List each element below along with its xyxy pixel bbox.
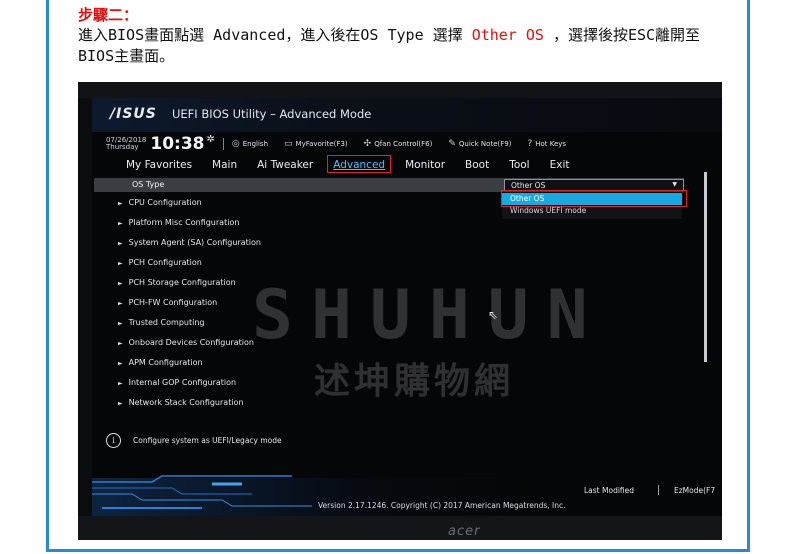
bios-photo: /ISUS UEFI BIOS Utility – Advanced Mode … [78,82,722,540]
chevron-right-icon: ► [118,300,123,307]
ezmode-button[interactable]: EzMode(F7 [674,486,715,495]
instruction-highlight: Other OS [471,26,544,44]
chevron-right-icon: ► [118,220,123,227]
weekday: Thursday [106,143,139,151]
gear-icon[interactable]: ✲ [206,134,214,145]
monitor-bezel-bottom [78,516,722,540]
menu-item-label: CPU Configuration [128,198,202,207]
highlight-frame [501,190,687,207]
toolbar-label: Hot Keys [535,140,567,148]
menu-item-platform-misc[interactable]: ► Platform Misc Configuration [118,218,239,227]
note-icon: ✎ [448,139,456,149]
menu-item-label: Platform Misc Configuration [128,218,240,227]
help-text: Configure system as UEFI/Legacy mode [133,436,282,445]
menu-item-label: Internal GOP Configuration [128,378,237,387]
menu-item-trusted-computing[interactable]: ► Trusted Computing [118,318,204,327]
date-display: 07/26/2018 Thursday [106,137,146,151]
bios-header: /ISUS UEFI BIOS Utility – Advanced Mode [92,98,722,132]
chevron-right-icon: ► [118,400,123,407]
tab-monitor[interactable]: Monitor [405,159,445,171]
menu-item-pch-storage[interactable]: ► PCH Storage Configuration [118,278,236,287]
menu-item-label: Trusted Computing [128,318,205,327]
instruction-text: 進入BIOS畫面點選 Advanced，進入後在OS Type 選擇 Other… [78,25,718,67]
chevron-right-icon: ► [118,280,123,287]
menu-item-onboard-devices[interactable]: ► Onboard Devices Configuration [118,338,254,347]
os-type-value: Other OS [511,181,546,190]
menu-item-label: Onboard Devices Configuration [128,338,254,347]
bios-toolbar: 07/26/2018 Thursday 10:38 ✲ ◎ English ▭ … [106,134,582,155]
toolbar-hotkeys[interactable]: ? Hot Keys [527,139,566,149]
chevron-right-icon: ► [118,200,123,207]
watermark-latin: SHUHUN [252,276,606,355]
menu-item-label: APM Configuration [128,358,203,367]
bios-tabs: My Favorites Main Ai Tweaker Advanced Mo… [126,155,589,173]
tab-my-favorites[interactable]: My Favorites [126,159,192,171]
toolbar-label: Qfan Control(F6) [374,140,433,148]
menu-item-label: PCH Storage Configuration [128,278,236,287]
menu-item-system-agent[interactable]: ► System Agent (SA) Configuration [118,238,261,247]
bios-title: UEFI BIOS Utility – Advanced Mode [172,107,372,121]
toolbar-qfan[interactable]: ✣ Qfan Control(F6) [364,139,433,149]
last-modified-button[interactable]: Last Modified [584,486,634,495]
chevron-right-icon: ► [118,380,123,387]
toolbar-myfavorite[interactable]: ▭ MyFavorite(F3) [284,139,348,149]
info-icon: i [106,433,121,448]
tab-main[interactable]: Main [212,159,237,171]
chevron-right-icon: ► [118,240,123,247]
menu-item-network-stack[interactable]: ► Network Stack Configuration [118,398,244,407]
menu-item-internal-gop[interactable]: ► Internal GOP Configuration [118,378,236,387]
acer-logo: acer [448,524,481,539]
help-row: i Configure system as UEFI/Legacy mode [106,433,282,448]
version-text: Version 2.17.1246. Copyright (C) 2017 Am… [318,501,566,510]
chevron-right-icon: ► [118,340,123,347]
menu-item-cpu[interactable]: ► CPU Configuration [118,198,202,207]
step-title: 步驟二： [78,6,139,24]
chevron-right-icon: ► [118,260,123,267]
footer-divider [658,485,659,495]
os-type-label: OS Type [132,180,165,189]
tab-tool[interactable]: Tool [509,159,529,171]
os-type-dropdown: Other OS Windows UEFI mode [501,190,687,219]
menu-item-pch[interactable]: ► PCH Configuration [118,258,202,267]
menu-item-label: PCH Configuration [128,258,202,267]
globe-icon: ◎ [231,139,240,149]
toolbar-label: Quick Note(F9) [458,140,512,148]
tab-exit[interactable]: Exit [550,159,570,171]
chevron-down-icon: ▼ [672,181,677,188]
toolbar-quicknote[interactable]: ✎ Quick Note(F9) [448,139,511,149]
toolbar-divider [222,138,224,150]
scrollbar[interactable] [704,172,707,362]
menu-item-pch-fw[interactable]: ► PCH-FW Configuration [118,298,217,307]
clock: 10:38 [150,134,205,154]
tab-advanced[interactable]: Advanced [327,155,392,173]
asus-logo: /ISUS [110,106,157,122]
chevron-right-icon: ► [118,360,123,367]
tab-boot[interactable]: Boot [465,159,489,171]
option-label: Windows UEFI mode [510,206,587,215]
monitor-bezel-top [78,82,722,98]
toolbar-language[interactable]: ◎ English [232,139,268,149]
mouse-cursor-icon: ⇖ [488,308,499,322]
bios-screen: /ISUS UEFI BIOS Utility – Advanced Mode … [92,98,722,516]
favorite-icon: ▭ [284,139,293,149]
menu-item-apm[interactable]: ► APM Configuration [118,358,203,367]
hotkeys-icon: ? [527,139,533,149]
toolbar-label: English [242,140,269,148]
watermark-chinese: 述坤購物網 [314,361,515,402]
toolbar-label: MyFavorite(F3) [295,140,348,148]
fan-icon: ✣ [363,139,372,149]
instruction-pre: 進入BIOS畫面點選 Advanced，進入後在OS Type 選擇 [78,26,472,44]
menu-item-label: Network Stack Configuration [128,398,244,407]
menu-item-label: System Agent (SA) Configuration [128,238,261,247]
chevron-right-icon: ► [118,320,123,327]
menu-item-label: PCH-FW Configuration [128,298,218,307]
tab-ai-tweaker[interactable]: Ai Tweaker [257,159,313,171]
